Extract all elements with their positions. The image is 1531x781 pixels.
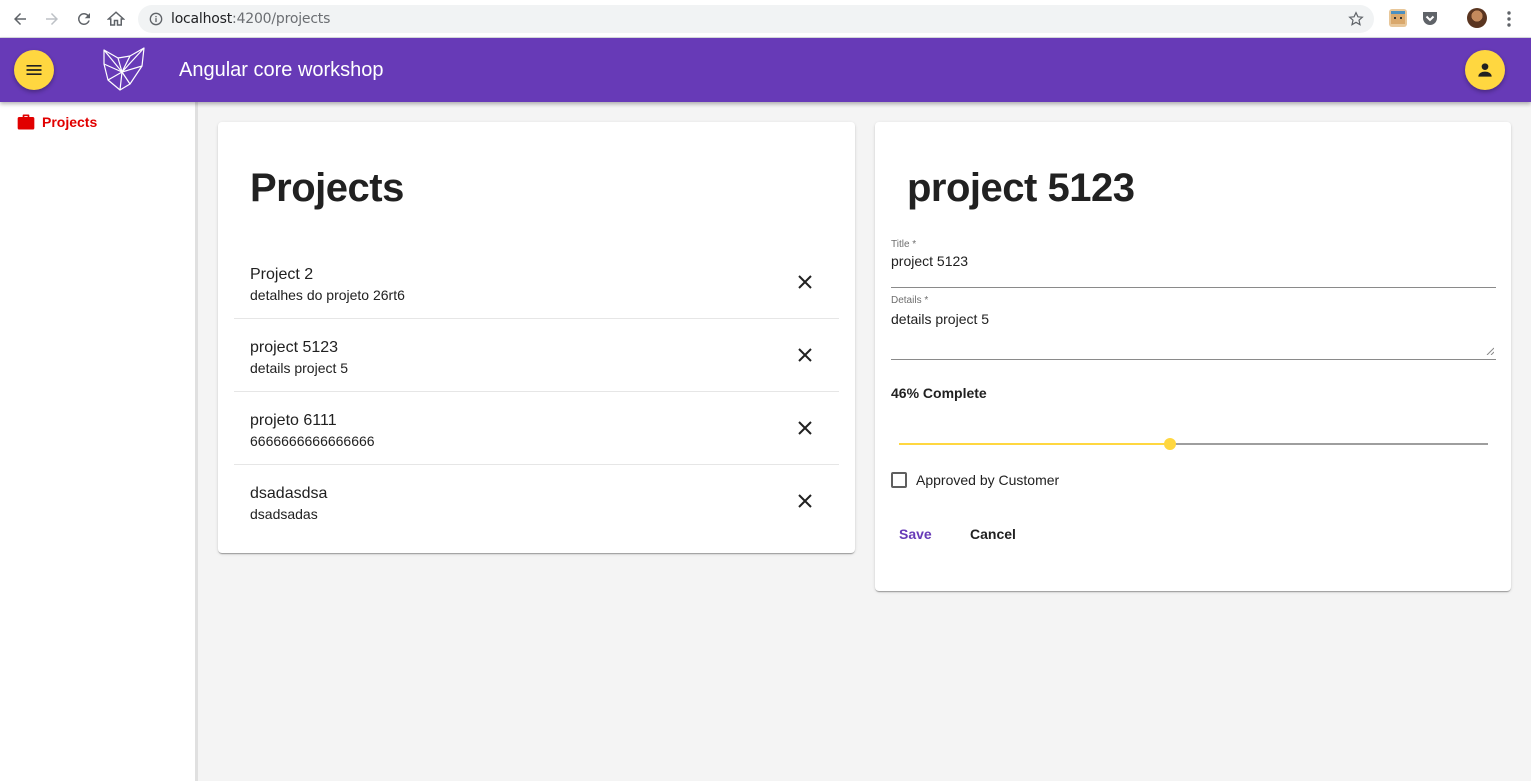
account-button[interactable] <box>1465 50 1505 90</box>
home-icon[interactable] <box>105 8 127 30</box>
close-icon <box>798 275 812 289</box>
project-title: dsadasdsa <box>250 485 328 502</box>
bookmark-star-icon[interactable] <box>1348 11 1364 27</box>
title-field: Title * <box>891 239 1496 288</box>
delete-project-button[interactable] <box>795 491 815 511</box>
projects-list: Project 2 detalhes do projeto 26rt6 proj… <box>234 246 839 538</box>
project-detail-card: project 5123 Title * Details * details p… <box>875 122 1511 591</box>
profile-avatar[interactable] <box>1467 8 1487 28</box>
cancel-button[interactable]: Cancel <box>970 526 1016 542</box>
save-button[interactable]: Save <box>899 526 932 542</box>
delete-project-button[interactable] <box>795 272 815 292</box>
slider-thumb[interactable] <box>1163 438 1176 450</box>
projects-heading: Projects <box>250 166 404 210</box>
project-details: details project 5 <box>250 360 349 376</box>
project-details: 6666666666666666 <box>250 433 375 449</box>
reload-icon[interactable] <box>73 8 95 30</box>
details-field-label: Details * <box>891 295 929 306</box>
delete-project-button[interactable] <box>795 418 815 438</box>
app-toolbar: Angular core workshop <box>0 38 1531 102</box>
extension-icon[interactable] <box>1389 9 1407 27</box>
list-item[interactable]: projeto 6111 6666666666666666 <box>234 392 839 465</box>
detail-heading: project 5123 <box>907 166 1135 210</box>
close-icon <box>798 494 812 508</box>
menu-button[interactable] <box>14 50 54 90</box>
approved-checkbox-row[interactable]: Approved by Customer <box>891 472 1059 488</box>
details-field: Details * details project 5 <box>891 295 1496 360</box>
details-textarea[interactable]: details project 5 <box>891 311 1496 327</box>
list-item[interactable]: Project 2 detalhes do projeto 26rt6 <box>234 246 839 319</box>
account-icon <box>1478 63 1492 77</box>
menu-icon <box>26 65 42 75</box>
back-icon[interactable] <box>9 8 31 30</box>
close-icon <box>798 348 812 362</box>
approved-checkbox-label: Approved by Customer <box>916 472 1060 488</box>
project-title: project 5123 <box>250 339 339 356</box>
list-item[interactable]: project 5123 details project 5 <box>234 319 839 392</box>
main-content: Projects Project 2 detalhes do projeto 2… <box>198 102 1531 781</box>
title-input[interactable] <box>891 253 1496 269</box>
project-title: projeto 6111 <box>250 412 337 429</box>
project-title: Project 2 <box>250 266 314 283</box>
slider-fill <box>899 443 1170 445</box>
delete-project-button[interactable] <box>795 345 815 365</box>
close-icon <box>798 421 812 435</box>
fox-logo <box>103 47 145 91</box>
percent-complete-slider[interactable] <box>899 436 1488 452</box>
project-details: detalhes do projeto 26rt6 <box>250 287 405 303</box>
info-icon[interactable] <box>149 12 163 26</box>
browser-chrome: localhost:4200/projects <box>0 0 1531 38</box>
projects-list-card: Projects Project 2 detalhes do projeto 2… <box>218 122 855 553</box>
briefcase-icon <box>17 114 35 130</box>
browser-menu-icon[interactable] <box>1504 10 1514 28</box>
forward-icon[interactable] <box>41 8 63 30</box>
percent-complete-label: 46% Complete <box>891 385 987 401</box>
approved-checkbox[interactable] <box>891 472 907 488</box>
address-bar[interactable]: localhost:4200/projects <box>138 5 1374 33</box>
pocket-icon[interactable] <box>1421 9 1439 27</box>
sidebar: Projects <box>0 102 198 781</box>
resize-handle-icon[interactable] <box>1486 347 1494 355</box>
app-title: Angular core workshop <box>179 59 384 81</box>
sidebar-item-label: Projects <box>42 114 98 130</box>
project-details: dsadsadas <box>250 506 318 522</box>
sidebar-item-projects[interactable]: Projects <box>16 112 97 132</box>
title-field-label: Title * <box>891 239 917 250</box>
list-item[interactable]: dsadasdsa dsadsadas <box>234 465 839 538</box>
url-text: localhost:4200/projects <box>171 11 331 27</box>
